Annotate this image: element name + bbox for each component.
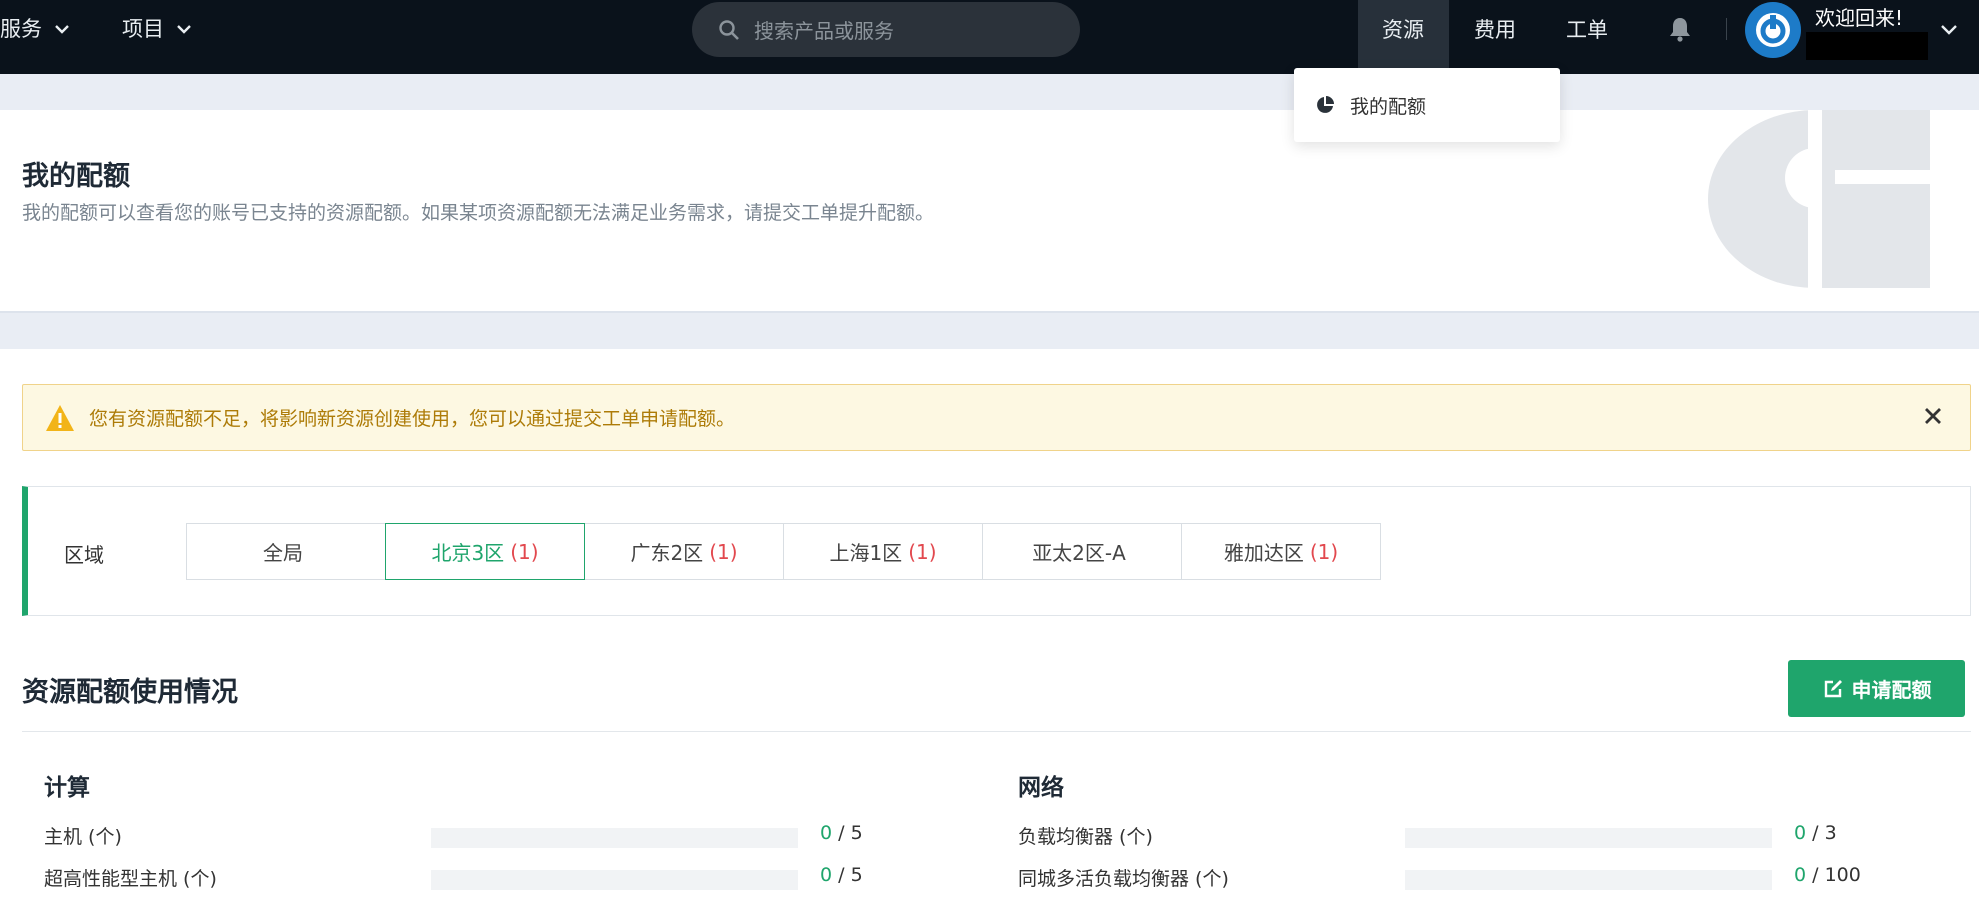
quota-progress-bar: [431, 828, 798, 848]
quota-value: 0 / 3: [1794, 822, 1837, 844]
quota-progress-bar: [1405, 870, 1772, 890]
region-tab-name: 北京3区: [431, 541, 505, 565]
quota-used: 0: [820, 822, 833, 844]
quota-total: / 100: [1812, 864, 1861, 886]
quota-value: 0 / 5: [820, 822, 863, 844]
welcome-text: 欢迎回来!: [1815, 6, 1904, 30]
region-tabs: 全局 北京3区 (1) 广东2区 (1) 上海1区 (1) 亚太2区-A 雅加达…: [186, 523, 1381, 580]
resources-menu-label: 资源: [1382, 18, 1424, 42]
search-input[interactable]: 搜索产品或服务: [692, 2, 1080, 57]
region-tab-guangdong2[interactable]: 广东2区 (1): [584, 523, 784, 580]
section-divider: [22, 731, 1971, 732]
section-band: [0, 313, 1979, 349]
search-icon: [719, 19, 739, 40]
region-tab-count: (1): [908, 539, 937, 564]
region-tab-shanghai1[interactable]: 上海1区 (1): [783, 523, 983, 580]
quota-illustration-icon: [1708, 110, 1930, 288]
tickets-menu[interactable]: 工单: [1566, 0, 1608, 58]
quota-total: / 5: [838, 822, 863, 844]
chevron-down-icon: [55, 25, 69, 34]
resources-menu[interactable]: 资源: [1382, 0, 1424, 58]
top-navigation-bar: 服务 项目 搜索产品或服务 资源 费用 工单 欢迎回来!: [0, 0, 1979, 74]
region-tab-count: (1): [709, 539, 738, 564]
region-tab-name: 全局: [263, 541, 303, 565]
quota-total: / 5: [838, 864, 863, 886]
close-icon[interactable]: [1922, 405, 1944, 427]
region-tab-apac2a[interactable]: 亚太2区-A: [982, 523, 1182, 580]
region-tab-global[interactable]: 全局: [186, 523, 386, 580]
region-tab-beijing3[interactable]: 北京3区 (1): [385, 523, 585, 580]
region-tab-name: 广东2区: [630, 541, 704, 565]
quota-used: 0: [820, 864, 833, 886]
chevron-down-icon[interactable]: [1938, 18, 1960, 40]
quota-progress-bar: [431, 870, 798, 890]
region-tab-jakarta[interactable]: 雅加达区 (1): [1181, 523, 1381, 580]
avatar[interactable]: [1745, 2, 1801, 58]
page-description: 我的配额可以查看您的账号已支持的资源配额。如果某项资源配额无法满足业务需求，请提…: [22, 202, 935, 224]
quota-label: 超高性能型主机 (个): [44, 868, 217, 890]
apply-quota-label: 申请配额: [1851, 680, 1932, 702]
pie-chart-icon: [1317, 96, 1334, 113]
power-icon: [1756, 13, 1790, 47]
edit-icon: [1824, 679, 1842, 697]
page-header: 我的配额 我的配额可以查看您的账号已支持的资源配额。如果某项资源配额无法满足业务…: [0, 110, 1979, 313]
quota-progress-bar: [1405, 828, 1772, 848]
quota-used: 0: [1794, 864, 1807, 886]
page-title: 我的配额: [22, 161, 130, 192]
services-menu-label: 服务: [0, 17, 42, 41]
search-placeholder: 搜索产品或服务: [754, 19, 894, 43]
warning-icon: [46, 404, 74, 431]
quota-value: 0 / 100: [1794, 864, 1861, 886]
bell-icon[interactable]: [1665, 14, 1695, 44]
projects-menu[interactable]: 项目: [122, 0, 194, 58]
header-band: [0, 74, 1979, 110]
quota-label: 同城多活负载均衡器 (个): [1018, 868, 1229, 890]
quota-label: 主机 (个): [44, 826, 122, 848]
chevron-down-icon: [177, 25, 191, 34]
resources-dropdown: 我的配额: [1294, 68, 1560, 142]
compute-group-title: 计算: [44, 775, 90, 801]
dropdown-item-my-quota[interactable]: 我的配额: [1350, 92, 1426, 119]
services-menu[interactable]: 服务: [0, 0, 72, 58]
tickets-menu-label: 工单: [1566, 18, 1608, 42]
region-label: 区域: [64, 543, 104, 567]
quota-value: 0 / 5: [820, 864, 863, 886]
region-tab-count: (1): [510, 539, 539, 564]
region-tab-count: (1): [1309, 539, 1339, 564]
quota-label: 负载均衡器 (个): [1018, 826, 1153, 848]
redacted-username: [1806, 32, 1928, 60]
warning-text: 您有资源配额不足，将影响新资源创建使用，您可以通过提交工单申请配额。: [89, 408, 736, 430]
quota-warning-alert: 您有资源配额不足，将影响新资源创建使用，您可以通过提交工单申请配额。: [22, 384, 1971, 451]
region-selector: 区域 全局 北京3区 (1) 广东2区 (1) 上海1区 (1) 亚太2区-A …: [22, 486, 1971, 616]
quota-used: 0: [1794, 822, 1807, 844]
billing-menu-label: 费用: [1474, 18, 1516, 42]
billing-menu[interactable]: 费用: [1474, 0, 1516, 58]
quota-total: / 3: [1812, 822, 1837, 844]
usage-section-title: 资源配额使用情况: [22, 677, 238, 708]
network-group-title: 网络: [1018, 775, 1064, 801]
nav-divider: [1726, 18, 1727, 40]
projects-menu-label: 项目: [122, 17, 164, 41]
region-tab-name: 亚太2区-A: [1032, 541, 1126, 565]
region-tab-name: 雅加达区: [1223, 541, 1304, 565]
apply-quota-button[interactable]: 申请配额: [1788, 660, 1965, 717]
region-tab-name: 上海1区: [829, 541, 903, 565]
